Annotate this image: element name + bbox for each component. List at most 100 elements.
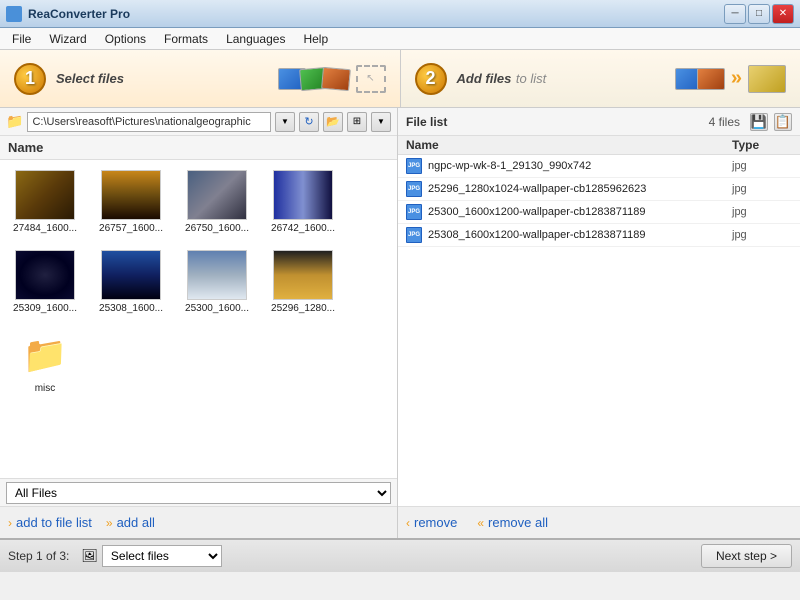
list-item[interactable]: 25309_1600... (10, 250, 80, 314)
folder-thumb: 📁 (15, 330, 75, 380)
file-type: jpg (732, 206, 792, 218)
step-combo[interactable]: Select files (102, 545, 222, 567)
app-title: ReaConverter Pro (28, 7, 130, 21)
step1-icons: ↖ (278, 65, 386, 93)
table-row[interactable]: JPG 25300_1600x1200-wallpaper-cb12838711… (398, 201, 800, 224)
file-thumbnail (101, 250, 161, 300)
remove-arrow-icon: ‹ (406, 516, 410, 530)
path-bar: 📁 ▼ ↻ 📂 ⊞ ▼ (0, 108, 397, 136)
filter-select[interactable]: All Files (6, 482, 391, 504)
file-thumbnail (187, 170, 247, 220)
file-label: 26742_1600... (271, 223, 335, 234)
col-type-header: Type (732, 138, 792, 152)
browse-btn[interactable]: 📂 (323, 112, 343, 132)
title-bar: ReaConverter Pro ─ □ ✕ (0, 0, 800, 28)
file-type: jpg (732, 229, 792, 241)
menu-bar: File Wizard Options Formats Languages He… (0, 28, 800, 50)
list-item[interactable]: 25300_1600... (182, 250, 252, 314)
status-bar: Step 1 of 3: 🖼 Select files Next step > (0, 538, 800, 572)
list-item[interactable]: 25296_1280... (268, 250, 338, 314)
path-input[interactable] (27, 112, 271, 132)
view-btn[interactable]: ⊞ (347, 112, 367, 132)
minimize-button[interactable]: ─ (724, 4, 746, 24)
file-grid: 27484_1600... 26757_1600... 26750_1600..… (0, 160, 397, 478)
file-type: jpg (732, 183, 792, 195)
filelist-save-btn[interactable]: 💾 (750, 113, 768, 131)
file-label: 25296_1280... (271, 303, 335, 314)
load-icon: 📋 (775, 114, 791, 130)
step2-label-bold: Add files (457, 71, 512, 86)
menu-wizard[interactable]: Wizard (41, 30, 94, 48)
filelist-count: 4 files (709, 115, 740, 129)
file-thumbnail (273, 170, 333, 220)
folder-icon: 📁 (23, 337, 68, 373)
filelist-header: File list 4 files 💾 📋 (398, 108, 800, 136)
refresh-icon: ↻ (304, 115, 313, 128)
step-combo-icon: 🖼 (81, 548, 98, 564)
file-name: ngpc-wp-wk-8-1_29130_990x742 (428, 160, 726, 172)
folder-icon: 📁 (6, 113, 23, 130)
step-combo-wrapper: 🖼 Select files (81, 545, 222, 567)
view-dropdown-arrow-icon: ▼ (377, 117, 385, 126)
menu-languages[interactable]: Languages (218, 30, 293, 48)
menu-formats[interactable]: Formats (156, 30, 216, 48)
table-row[interactable]: JPG ngpc-wp-wk-8-1_29130_990x742 jpg (398, 155, 800, 178)
add-all-label: add all (117, 515, 155, 530)
file-label: 26757_1600... (99, 223, 163, 234)
add-bar: › add to file list » add all (0, 506, 397, 538)
step1-title: Select files (56, 70, 124, 88)
title-controls: ─ □ ✕ (724, 4, 794, 24)
remove-all-button[interactable]: « remove all (477, 515, 548, 530)
add-arrow-icon: › (8, 516, 12, 530)
jpg-icon: JPG (406, 158, 422, 174)
save-icon: 💾 (751, 114, 767, 130)
menu-help[interactable]: Help (295, 30, 336, 48)
dropdown-arrow-icon: ▼ (281, 117, 289, 126)
filter-bar: All Files (0, 478, 397, 506)
add-to-list-button[interactable]: › add to file list (8, 515, 92, 530)
jpg-icon: JPG (406, 204, 422, 220)
list-item[interactable]: 25308_1600... (96, 250, 166, 314)
menu-file[interactable]: File (4, 30, 39, 48)
remove-all-arrow-icon: « (477, 516, 484, 530)
jpg-icon: JPG (406, 227, 422, 243)
step1-label-bold: Select files (56, 71, 124, 86)
menu-options[interactable]: Options (97, 30, 154, 48)
title-bar-left: ReaConverter Pro (6, 6, 130, 22)
refresh-btn[interactable]: ↻ (299, 112, 319, 132)
step1-circle: 1 (14, 63, 46, 95)
close-button[interactable]: ✕ (772, 4, 794, 24)
step1-card3 (321, 66, 351, 90)
add-all-button[interactable]: » add all (106, 515, 155, 530)
step2-label-rest: to list (516, 71, 546, 86)
list-item[interactable]: 27484_1600... (10, 170, 80, 234)
list-item[interactable]: 26750_1600... (182, 170, 252, 234)
file-type: jpg (732, 160, 792, 172)
file-label: 26750_1600... (185, 223, 249, 234)
step2-title: Add files to list (457, 70, 547, 88)
remove-button[interactable]: ‹ remove (406, 515, 457, 530)
step1-panel: 1 Select files ↖ (0, 50, 401, 107)
list-item[interactable]: 26742_1600... (268, 170, 338, 234)
list-item[interactable]: 26757_1600... (96, 170, 166, 234)
file-thumbnail (15, 250, 75, 300)
file-label: 25309_1600... (13, 303, 77, 314)
maximize-button[interactable]: □ (748, 4, 770, 24)
table-row[interactable]: JPG 25296_1280x1024-wallpaper-cb12859626… (398, 178, 800, 201)
view-icon: ⊞ (353, 116, 361, 127)
file-name: 25296_1280x1024-wallpaper-cb1285962623 (428, 183, 726, 195)
remove-bar: ‹ remove « remove all (398, 506, 800, 538)
file-label: 27484_1600... (13, 223, 77, 234)
folder-item[interactable]: 📁 misc (10, 330, 80, 394)
main-content: 📁 ▼ ↻ 📂 ⊞ ▼ Name 27484_1600... 26757_160… (0, 108, 800, 538)
add-all-arrow-icon: » (106, 516, 113, 530)
right-panel: File list 4 files 💾 📋 Name Type JPG ngpc… (398, 108, 800, 538)
left-col-name: Name (8, 140, 43, 155)
view-dropdown-btn[interactable]: ▼ (371, 112, 391, 132)
path-dropdown-btn[interactable]: ▼ (275, 112, 295, 132)
next-step-button[interactable]: Next step > (701, 544, 792, 568)
file-thumbnail (15, 170, 75, 220)
filelist-load-btn[interactable]: 📋 (774, 113, 792, 131)
table-row[interactable]: JPG 25308_1600x1200-wallpaper-cb12838711… (398, 224, 800, 247)
filelist-title: File list (406, 115, 703, 129)
